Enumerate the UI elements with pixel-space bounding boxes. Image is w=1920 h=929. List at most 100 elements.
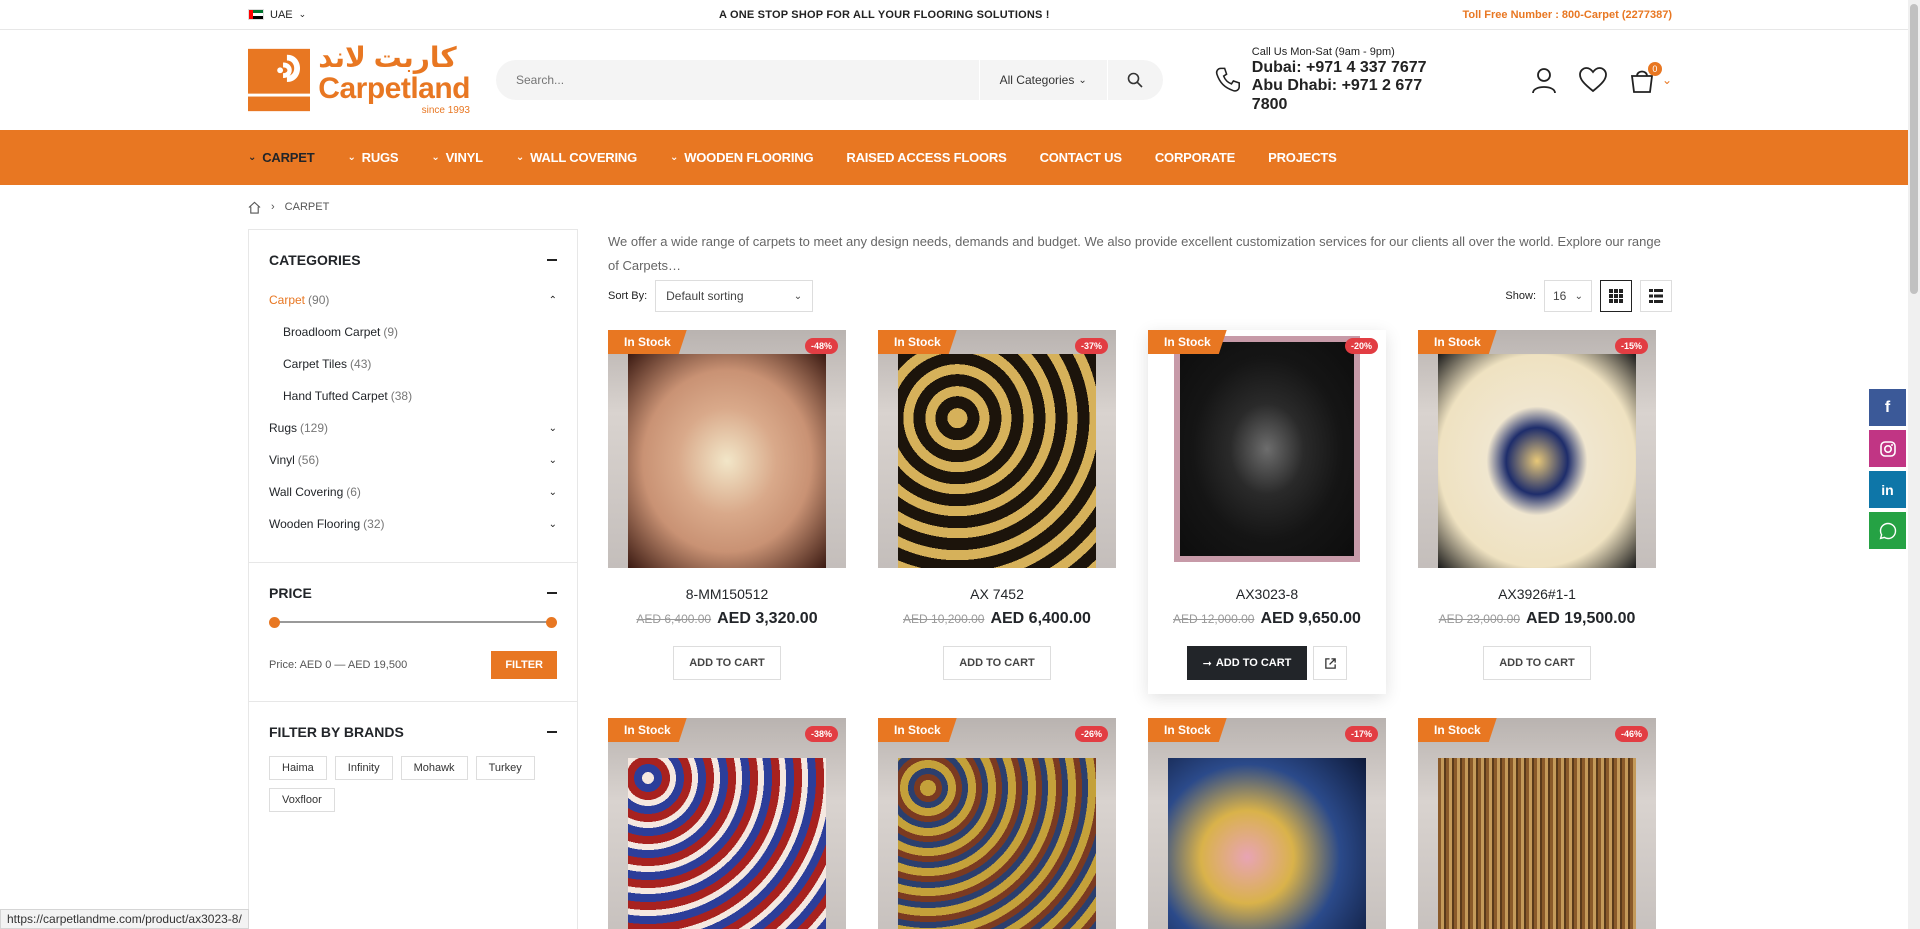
product-image[interactable]: In Stock -48% bbox=[608, 330, 846, 568]
nav-item-corporate[interactable]: CORPORATE bbox=[1155, 150, 1235, 165]
filter-button[interactable]: FILTER bbox=[491, 651, 557, 679]
add-to-cart-button[interactable]: ADD TO CART bbox=[943, 646, 1051, 680]
add-to-cart-button[interactable]: ADD TO CART bbox=[673, 646, 781, 680]
chevron-down-icon[interactable]: ⌄ bbox=[549, 423, 557, 434]
price-slider[interactable] bbox=[269, 617, 557, 628]
list-view-button[interactable] bbox=[1640, 280, 1672, 312]
category-vinyl[interactable]: Vinyl (56) ⌄ bbox=[269, 444, 557, 476]
chevron-down-icon: ⌄ bbox=[670, 152, 679, 163]
contact-info: Call Us Mon-Sat (9am - 9pm) Dubai: +971 … bbox=[1213, 46, 1456, 114]
abudhabi-phone[interactable]: Abu Dhabi: +971 2 677 7800 bbox=[1252, 77, 1456, 114]
price-slider-min-handle[interactable] bbox=[269, 617, 280, 628]
chevron-down-icon: ⌄ bbox=[1078, 74, 1087, 86]
nav-item-rugs[interactable]: ⌄ RUGS bbox=[347, 150, 398, 165]
page-scrollbar[interactable] bbox=[1908, 0, 1920, 929]
sale-price: AED 6,400.00 bbox=[990, 610, 1091, 627]
nav-item-wall-covering[interactable]: ⌄ WALL COVERING bbox=[516, 150, 637, 165]
nav-item-vinyl[interactable]: ⌄ VINYL bbox=[431, 150, 483, 165]
linkedin-icon[interactable]: in bbox=[1869, 471, 1906, 508]
carpetland-logo-icon bbox=[248, 48, 311, 112]
country-selector[interactable]: UAE ⌄ bbox=[248, 9, 306, 21]
product-card[interactable]: In Stock -20% AX3023-8 AED 12,000.00 AED … bbox=[1148, 330, 1386, 694]
product-image[interactable]: In Stock -46% bbox=[1418, 718, 1656, 929]
heart-icon[interactable] bbox=[1578, 66, 1608, 94]
product-card[interactable]: In Stock -46% bbox=[1418, 718, 1656, 929]
category-select[interactable]: All Categories ⌄ bbox=[978, 60, 1107, 100]
product-image[interactable]: In Stock -20% bbox=[1148, 330, 1386, 568]
dubai-phone[interactable]: Dubai: +971 4 337 7677 bbox=[1252, 59, 1456, 77]
chevron-down-icon[interactable]: ⌄ bbox=[549, 455, 557, 466]
category-hand-tufted-carpet[interactable]: Hand Tufted Carpet (38) bbox=[269, 380, 557, 412]
home-icon[interactable] bbox=[248, 201, 261, 214]
product-image[interactable]: In Stock -37% bbox=[878, 330, 1116, 568]
quick-view-button[interactable] bbox=[1313, 646, 1348, 680]
product-card[interactable]: In Stock -15% AX3926#1-1 AED 23,000.00 AE… bbox=[1418, 330, 1656, 694]
category-carpet[interactable]: Carpet (90) ⌃ bbox=[269, 284, 557, 316]
collapse-icon[interactable] bbox=[547, 259, 557, 261]
category-wooden-flooring[interactable]: Wooden Flooring (32) ⌄ bbox=[269, 508, 557, 540]
sale-badge: -17% bbox=[1344, 726, 1378, 742]
nav-item-wooden-flooring[interactable]: ⌄ WOODEN FLOORING bbox=[670, 150, 814, 165]
product-image[interactable]: In Stock -38% bbox=[608, 718, 846, 929]
categories-widget: CATEGORIES Carpet (90) ⌃ Broadloom Carpet(… bbox=[249, 230, 577, 563]
chevron-down-icon: ⌄ bbox=[248, 152, 257, 163]
product-card[interactable]: In Stock -17% bbox=[1148, 718, 1386, 929]
cart-count-badge: 0 bbox=[1647, 62, 1662, 76]
chevron-down-icon[interactable]: ⌄ bbox=[549, 487, 557, 498]
product-card[interactable]: In Stock -37% AX 7452 AED 10,200.00 AED 6… bbox=[878, 330, 1116, 694]
brand-voxfloor[interactable]: Voxfloor bbox=[269, 788, 335, 812]
category-wall-covering[interactable]: Wall Covering (6) ⌄ bbox=[269, 476, 557, 508]
logo-name: Carpetland bbox=[318, 72, 470, 105]
product-image[interactable]: In Stock -26% bbox=[878, 718, 1116, 929]
product-image[interactable]: In Stock -17% bbox=[1148, 718, 1386, 929]
user-icon[interactable] bbox=[1530, 66, 1558, 94]
shop-toolbar: Sort By: Default sorting ⌄ Show: 16 ⌄ bbox=[608, 280, 1672, 312]
product-name[interactable]: 8-MM150512 bbox=[608, 586, 846, 602]
instagram-icon[interactable] bbox=[1869, 430, 1906, 467]
country-label: UAE bbox=[270, 8, 293, 21]
price-slider-max-handle[interactable] bbox=[546, 617, 557, 628]
nav-item-carpet[interactable]: ⌄ CARPET bbox=[248, 150, 315, 165]
stock-badge: In Stock bbox=[878, 718, 957, 742]
nav-item-raised-access-floors[interactable]: RAISED ACCESS FLOORS bbox=[846, 150, 1006, 165]
collapse-icon[interactable] bbox=[547, 731, 557, 733]
brand-haima[interactable]: Haima bbox=[269, 756, 327, 780]
category-rugs[interactable]: Rugs (129) ⌄ bbox=[269, 412, 557, 444]
brand-mohawk[interactable]: Mohawk bbox=[400, 756, 468, 780]
show-select[interactable]: 16 ⌄ bbox=[1544, 280, 1592, 312]
sort-select[interactable]: Default sorting ⌄ bbox=[655, 280, 814, 312]
scrollbar-thumb[interactable] bbox=[1910, 4, 1918, 294]
header-icons: 0 ⌄ bbox=[1530, 62, 1672, 94]
add-to-cart-button[interactable]: ➞ ADD TO CART bbox=[1186, 646, 1308, 680]
whatsapp-icon[interactable] bbox=[1869, 512, 1906, 549]
facebook-icon[interactable]: f bbox=[1869, 389, 1906, 426]
stock-badge: In Stock bbox=[1148, 718, 1227, 742]
collapse-icon[interactable] bbox=[547, 592, 557, 594]
cart-button[interactable]: 0 ⌄ bbox=[1628, 62, 1672, 94]
brand-turkey[interactable]: Turkey bbox=[475, 756, 535, 780]
stock-badge: In Stock bbox=[1418, 718, 1497, 742]
brand-infinity[interactable]: Infinity bbox=[334, 756, 393, 780]
product-card[interactable]: In Stock -48% 8-MM150512 AED 6,400.00 AED… bbox=[608, 330, 846, 694]
grid-view-button[interactable] bbox=[1600, 280, 1632, 312]
product-image[interactable]: In Stock -15% bbox=[1418, 330, 1656, 568]
sort-label: Sort By: bbox=[608, 290, 648, 302]
add-to-cart-button[interactable]: ADD TO CART bbox=[1483, 646, 1591, 680]
toll-free-number[interactable]: Toll Free Number : 800-Carpet (2277387) bbox=[1463, 9, 1672, 21]
chevron-down-icon: ⌄ bbox=[1661, 73, 1672, 87]
logo[interactable]: كاربت لاند Carpetland since 1993 bbox=[248, 44, 470, 116]
category-carpet-tiles[interactable]: Carpet Tiles (43) bbox=[269, 348, 557, 380]
sale-badge: -46% bbox=[1614, 726, 1648, 742]
product-name[interactable]: AX3926#1-1 bbox=[1418, 586, 1656, 602]
nav-item-projects[interactable]: PROJECTS bbox=[1268, 150, 1337, 165]
nav-item-contact-us[interactable]: CONTACT US bbox=[1040, 150, 1122, 165]
product-card[interactable]: In Stock -38% bbox=[608, 718, 846, 929]
search-button[interactable] bbox=[1106, 60, 1163, 100]
category-broadloom-carpet[interactable]: Broadloom Carpet (9) bbox=[269, 316, 557, 348]
chevron-up-icon[interactable]: ⌃ bbox=[549, 295, 557, 306]
chevron-down-icon[interactable]: ⌄ bbox=[549, 519, 557, 530]
product-name[interactable]: AX3023-8 bbox=[1148, 586, 1386, 602]
product-name[interactable]: AX 7452 bbox=[878, 586, 1116, 602]
search-input[interactable] bbox=[496, 60, 979, 100]
product-card[interactable]: In Stock -26% bbox=[878, 718, 1116, 929]
